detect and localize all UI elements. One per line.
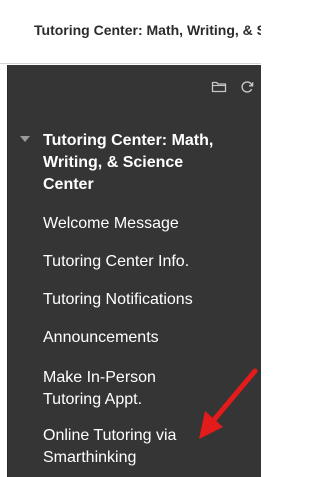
- annotation-arrow-icon: [199, 368, 258, 439]
- caret-down-icon[interactable]: [20, 136, 30, 142]
- refresh-icon[interactable]: [238, 78, 256, 96]
- sidebar-tools: [202, 78, 261, 98]
- menu-item-announcements[interactable]: Announcements: [43, 327, 159, 349]
- menu-item-make-in-person-appt[interactable]: Make In-Person Tutoring Appt.: [43, 367, 203, 411]
- course-title[interactable]: Tutoring Center: Math, Writing, & Scienc…: [43, 130, 223, 196]
- menu-item-tutoring-notifications[interactable]: Tutoring Notifications: [43, 289, 193, 311]
- menu-item-welcome-message[interactable]: Welcome Message: [43, 213, 179, 235]
- page: Tutoring Center: Math, Writing, & Scienc…: [0, 0, 261, 477]
- course-header-bar: Tutoring Center: Math, Writing, & Scienc…: [0, 0, 261, 64]
- menu-item-online-tutoring-smarthinking[interactable]: Online Tutoring via Smarthinking: [43, 425, 213, 469]
- page-title: Tutoring Center: Math, Writing, & Scienc…: [34, 22, 261, 38]
- menu-item-tutoring-center-info[interactable]: Tutoring Center Info.: [43, 251, 189, 273]
- folder-icon[interactable]: [210, 78, 228, 96]
